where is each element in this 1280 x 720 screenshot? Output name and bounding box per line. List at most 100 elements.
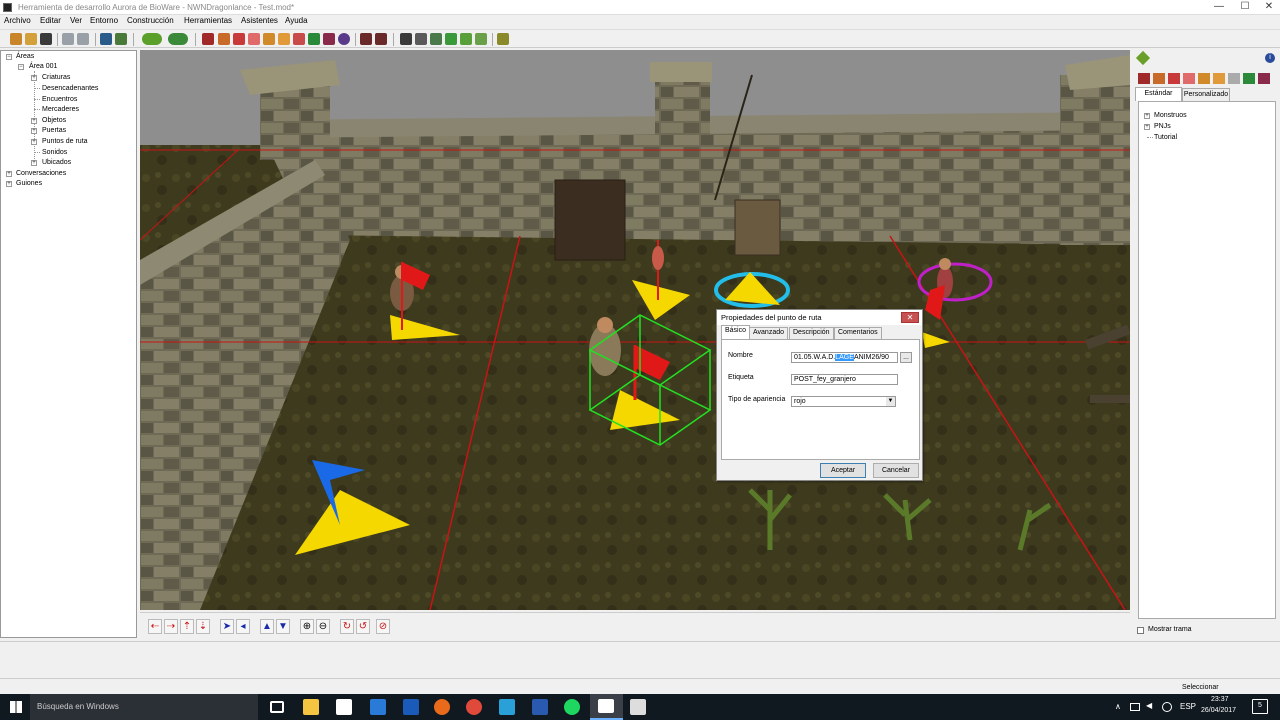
task-view-icon[interactable] xyxy=(270,701,284,713)
item-palette-icon[interactable] xyxy=(1183,73,1195,84)
tree-puntos-de-ruta[interactable]: Puntos de ruta xyxy=(42,137,88,146)
word-icon[interactable] xyxy=(532,699,548,715)
tree-sonidos[interactable]: Sonidos xyxy=(42,148,67,157)
start-icon[interactable] xyxy=(10,701,22,713)
tab-comentarios[interactable]: Comentarios xyxy=(834,327,882,339)
door-palette-icon[interactable] xyxy=(1153,73,1165,84)
tree-area-001[interactable]: Área 001 xyxy=(29,62,57,71)
paint-light-icon[interactable] xyxy=(338,33,350,45)
new-module-icon[interactable] xyxy=(10,33,22,45)
expand-icon[interactable]: + xyxy=(31,75,37,81)
paint-trigger-icon[interactable] xyxy=(308,33,320,45)
tab-estandar[interactable]: Estándar xyxy=(1135,87,1182,101)
sound-palette-icon[interactable] xyxy=(1228,73,1240,84)
pan-right-icon[interactable]: ⇢ xyxy=(164,619,178,634)
pan-left-icon[interactable]: ⇠ xyxy=(148,619,162,634)
spotify-icon[interactable] xyxy=(564,699,580,715)
tag-field[interactable]: POST_fey_granjero xyxy=(791,374,898,385)
menu-ver[interactable]: Ver xyxy=(70,16,82,25)
menu-entorno[interactable]: Entorno xyxy=(90,16,118,25)
rotate-ccw-icon[interactable]: ↺ xyxy=(356,619,370,634)
paint-encounter-icon[interactable] xyxy=(233,33,245,45)
dialog-close-button[interactable]: ✕ xyxy=(901,312,919,323)
name-field[interactable]: 01.05.W.A.D.LAGEANIM26/90 xyxy=(791,352,898,363)
resources-icon[interactable] xyxy=(445,33,457,45)
pan-up-icon[interactable]: ⇡ xyxy=(180,619,194,634)
palette-tutorial[interactable]: Tutorial xyxy=(1154,133,1177,142)
paint-item-icon[interactable] xyxy=(248,33,260,45)
paint-sound-icon[interactable] xyxy=(293,33,305,45)
module-properties-icon[interactable] xyxy=(100,33,112,45)
creature-palette-icon[interactable] xyxy=(1138,73,1150,84)
compile-icon[interactable] xyxy=(415,33,427,45)
tree-encuentros[interactable]: Encuentros xyxy=(42,95,77,104)
language-indicator[interactable]: ESP xyxy=(1180,702,1196,711)
mail-icon[interactable] xyxy=(370,699,386,715)
collapse-icon[interactable]: − xyxy=(18,64,24,70)
network-icon[interactable] xyxy=(1130,703,1140,711)
merchant-palette-icon[interactable] xyxy=(1198,73,1210,84)
paint-placeable-icon[interactable] xyxy=(278,33,290,45)
notifications-icon[interactable]: 5 xyxy=(1252,699,1268,714)
expand-icon[interactable]: + xyxy=(31,139,37,145)
help-icon[interactable] xyxy=(497,33,509,45)
tray-chevron-icon[interactable]: ∧ xyxy=(1115,702,1121,711)
trigger-palette-icon[interactable] xyxy=(1243,73,1255,84)
paint-creature-icon[interactable] xyxy=(202,33,214,45)
undo-icon[interactable] xyxy=(62,33,74,45)
faction-icon[interactable] xyxy=(475,33,487,45)
journal-editor-icon[interactable] xyxy=(375,33,387,45)
volume-icon[interactable]: ◀ xyxy=(1146,701,1152,710)
area-3d-viewport[interactable] xyxy=(140,50,1130,610)
expand-icon[interactable]: + xyxy=(31,118,37,124)
expand-icon[interactable]: + xyxy=(1144,113,1150,119)
appearance-select[interactable]: rojo xyxy=(791,396,896,407)
active-toolset-task[interactable] xyxy=(590,694,623,720)
palette-monstruos[interactable]: Monstruos xyxy=(1154,111,1187,120)
tree-objetos[interactable]: Objetos xyxy=(42,116,66,125)
encounter-palette-icon[interactable] xyxy=(1168,73,1180,84)
minimize-button[interactable]: — xyxy=(1206,0,1232,15)
tilt-up-icon[interactable]: ▲ xyxy=(260,619,274,634)
cancel-button[interactable]: Cancelar xyxy=(873,463,919,478)
menu-asistentes[interactable]: Asistentes xyxy=(241,16,278,25)
menu-editar[interactable]: Editar xyxy=(40,16,61,25)
tree-mercaderes[interactable]: Mercaderes xyxy=(42,105,79,114)
show-trail-checkbox[interactable] xyxy=(1137,627,1144,634)
tilt-down-icon[interactable]: ▼ xyxy=(276,619,290,634)
tab-descripcion[interactable]: Descripción xyxy=(789,327,834,339)
test-module-icon[interactable] xyxy=(168,33,188,45)
expand-icon[interactable]: + xyxy=(6,171,12,177)
tree-conversaciones[interactable]: Conversaciones xyxy=(16,169,66,178)
zoom-out-icon[interactable]: ⊖ xyxy=(316,619,330,634)
rotate-cw-icon[interactable]: ↻ xyxy=(340,619,354,634)
hak-icon[interactable] xyxy=(460,33,472,45)
skype-icon[interactable] xyxy=(499,699,515,715)
file-explorer-icon[interactable] xyxy=(303,699,319,715)
placeable-palette-icon[interactable] xyxy=(1213,73,1225,84)
menu-herramientas[interactable]: Herramientas xyxy=(184,16,232,25)
menu-archivo[interactable]: Archivo xyxy=(4,16,31,25)
usb-icon[interactable] xyxy=(1162,702,1172,712)
tree-puertas[interactable]: Puertas xyxy=(42,126,66,135)
tree-ubicados[interactable]: Ubicados xyxy=(42,158,71,167)
store-icon[interactable] xyxy=(336,699,352,715)
build-module-icon[interactable] xyxy=(142,33,162,45)
tree-criaturas[interactable]: Criaturas xyxy=(42,73,70,82)
chevron-down-icon[interactable]: ▼ xyxy=(886,397,895,406)
zoom-in-icon[interactable]: ⊕ xyxy=(300,619,314,634)
paint-door-icon[interactable] xyxy=(218,33,230,45)
name-browse-button[interactable]: ... xyxy=(900,352,912,363)
conversation-editor-icon[interactable] xyxy=(360,33,372,45)
expand-icon[interactable]: + xyxy=(6,181,12,187)
tab-avanzado[interactable]: Avanzado xyxy=(749,327,789,339)
info-icon[interactable]: i xyxy=(1265,53,1275,63)
tileset-icon[interactable] xyxy=(430,33,442,45)
open-module-icon[interactable] xyxy=(25,33,37,45)
area-properties-icon[interactable] xyxy=(115,33,127,45)
app-icon-extra[interactable] xyxy=(630,699,646,715)
paint-waypoint-icon[interactable] xyxy=(323,33,335,45)
expand-icon[interactable]: + xyxy=(31,128,37,134)
redo-icon[interactable] xyxy=(77,33,89,45)
menu-ayuda[interactable]: Ayuda xyxy=(285,16,308,25)
